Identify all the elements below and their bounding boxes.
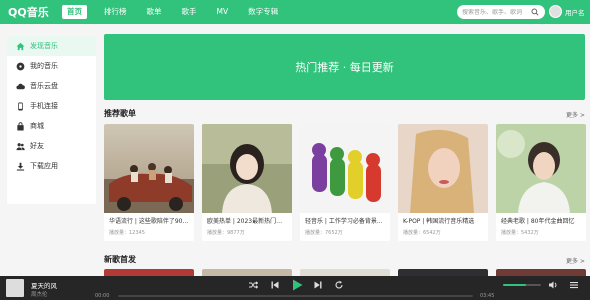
playlist-play-count: 播放量：7652万 (305, 230, 343, 236)
more-link-new-songs[interactable]: 更多 > (566, 256, 585, 265)
nav-item-singers[interactable]: 歌手 (179, 5, 200, 19)
now-playing-title[interactable]: 夏天的风 (31, 280, 57, 290)
shuffle-icon[interactable] (248, 280, 258, 290)
playlist-cover[interactable] (398, 124, 488, 213)
sidebar-item-cloud[interactable]: 音乐云盘 (7, 76, 96, 96)
playlist-card[interactable]: 华语流行 | 这些歌陪伴了90... 播放量：12345 (104, 124, 194, 241)
playlist-cover-image (202, 124, 292, 213)
playlist-cover-image (300, 124, 390, 213)
repeat-icon[interactable] (334, 280, 344, 290)
sidebar-item-label: 发现音乐 (30, 42, 58, 50)
sidebar-item-label: 下载应用 (30, 162, 58, 170)
playlist-title[interactable]: 轻音乐 | 工作学习必备背景... (300, 213, 390, 225)
sidebar-item-discover[interactable]: 发现音乐 (7, 36, 96, 56)
sidebar-item-label: 音乐云盘 (30, 82, 58, 90)
hero-text: 热门推荐 · 每日更新 (295, 61, 394, 74)
avatar[interactable] (549, 5, 562, 18)
total-time: 03:45 (480, 293, 495, 299)
cloud-icon (16, 83, 25, 89)
top-bar: QQ音乐 首页 排行榜 歌单 歌手 MV 数字专辑 用户名 (0, 0, 590, 24)
section-title-new-songs: 新歌首发 (104, 255, 136, 264)
playlist-cover[interactable] (300, 124, 390, 213)
playlist-title[interactable]: K-POP | 韩国流行音乐精选 (398, 213, 488, 225)
sidebar: 发现音乐 我的音乐 音乐云盘 手机连接 商城 好友 下载应用 (7, 36, 96, 204)
playlist-cards: 华语流行 | 这些歌陪伴了90... 播放量：12345 欧美热单 | 2023… (104, 124, 590, 241)
nav-item-digital-album[interactable]: 数字专辑 (245, 5, 281, 19)
previous-icon[interactable] (270, 280, 280, 290)
music-disc-icon (16, 62, 25, 70)
home-icon (16, 42, 25, 50)
player-bar: 夏天的风 周杰伦 00:00 03:45 (0, 276, 590, 300)
bag-icon (17, 121, 24, 131)
playlist-play-count: 播放量：9877万 (207, 230, 245, 236)
playlist-cover[interactable] (202, 124, 292, 213)
playlist-cover-image (496, 124, 586, 213)
sidebar-item-download[interactable]: 下载应用 (7, 156, 96, 176)
sidebar-item-friends[interactable]: 好友 (7, 136, 96, 156)
playlist-title[interactable]: 经典老歌 | 80年代金曲回忆 (496, 213, 586, 225)
sidebar-item-phone[interactable]: 手机连接 (7, 96, 96, 116)
more-link-recommended[interactable]: 更多 > (566, 110, 585, 119)
playlist-cover[interactable] (104, 124, 194, 213)
sidebar-item-label: 手机连接 (30, 102, 58, 110)
play-icon[interactable] (290, 278, 304, 292)
user-menu[interactable]: 用户名 (549, 5, 585, 18)
nav-item-playlists[interactable]: 歌单 (144, 5, 165, 19)
app-logo[interactable]: QQ音乐 (8, 4, 62, 20)
nav-item-home[interactable]: 首页 (62, 5, 87, 19)
playlist-card[interactable]: 经典老歌 | 80年代金曲回忆 播放量：5432万 (496, 124, 586, 241)
download-icon (16, 162, 25, 171)
nav-item-mv[interactable]: MV (214, 5, 232, 19)
playlist-play-count: 播放量：5432万 (501, 230, 539, 236)
main-nav: 首页 排行榜 歌单 歌手 MV 数字专辑 (62, 0, 295, 24)
current-time: 00:00 (95, 293, 110, 299)
volume-icon[interactable] (548, 280, 558, 290)
now-playing-artist[interactable]: 周杰伦 (31, 290, 48, 298)
sidebar-item-label: 商城 (30, 122, 44, 130)
sidebar-item-label: 好友 (30, 142, 44, 150)
playlist-card[interactable]: K-POP | 韩国流行音乐精选 播放量：6542万 (398, 124, 488, 241)
playlist-cover-image (104, 124, 194, 213)
search-box (457, 5, 545, 19)
playlist-cover-image (398, 124, 488, 213)
friends-icon (16, 142, 25, 150)
user-name[interactable]: 用户名 (565, 7, 585, 17)
playlist-play-count: 播放量：12345 (109, 230, 145, 236)
playlist-cover[interactable] (496, 124, 586, 213)
playlist-title[interactable]: 欧美热单 | 2023最新热门歌... (202, 213, 292, 225)
section-title-recommended: 推荐歌单 (104, 109, 136, 118)
progress-bar[interactable] (118, 295, 473, 297)
playlist-title[interactable]: 华语流行 | 这些歌陪伴了90... (104, 213, 194, 225)
playlist-play-count: 播放量：6542万 (403, 230, 441, 236)
sidebar-item-label: 我的音乐 (30, 62, 58, 70)
hero-banner[interactable]: 热门推荐 · 每日更新 (104, 34, 585, 100)
sidebar-item-store[interactable]: 商城 (7, 116, 96, 136)
nav-item-charts[interactable]: 排行榜 (101, 5, 130, 19)
playlist-card[interactable]: 欧美热单 | 2023最新热门歌... 播放量：9877万 (202, 124, 292, 241)
volume-fill (503, 284, 526, 286)
playlist-card[interactable]: 轻音乐 | 工作学习必备背景... 播放量：7652万 (300, 124, 390, 241)
next-icon[interactable] (313, 280, 323, 290)
search-icon[interactable] (531, 8, 539, 16)
playlist-icon[interactable] (569, 280, 579, 290)
volume-slider[interactable] (503, 284, 541, 286)
phone-icon (18, 101, 23, 111)
now-playing-cover[interactable] (6, 279, 24, 297)
sidebar-item-my-music[interactable]: 我的音乐 (7, 56, 96, 76)
search-input[interactable] (457, 8, 531, 16)
